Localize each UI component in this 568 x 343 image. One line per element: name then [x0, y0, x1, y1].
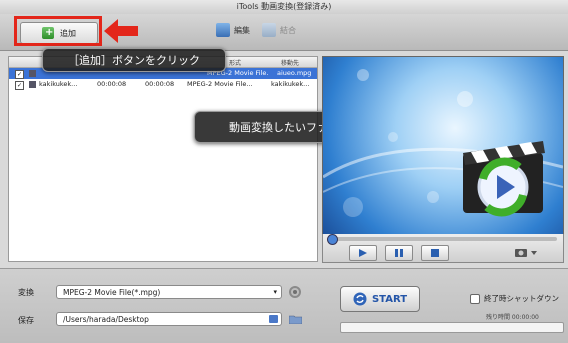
- camera-icon: [515, 249, 537, 257]
- stop-button[interactable]: [421, 245, 449, 261]
- row-checkbox[interactable]: ✓: [15, 81, 24, 90]
- start-label: START: [371, 293, 408, 305]
- window-title: iTools 動画変換(登録済み): [0, 0, 568, 14]
- format-select-value: MPEG-2 Movie File(*.mpg): [63, 288, 161, 297]
- save-path-value: /Users/harada/Desktop: [63, 315, 149, 324]
- edit-icon: [216, 23, 230, 37]
- column-destination[interactable]: 移動先: [281, 58, 299, 67]
- file-icon: [29, 81, 36, 88]
- player-controls: [322, 234, 564, 263]
- row-duration: 00:00:08: [97, 80, 127, 88]
- column-format[interactable]: 形式: [229, 58, 241, 67]
- stop-icon: [431, 249, 439, 257]
- file-list[interactable]: 形式 移動先 ✓ MPEG-2 Movie File... ▾ aiueo.mp…: [8, 56, 318, 262]
- table-row[interactable]: ✓ kakikukek... 00:00:08 00:00:08 MPEG-2 …: [9, 79, 317, 90]
- convert-label: 変換: [18, 288, 34, 297]
- video-preview: [322, 56, 564, 236]
- play-icon: [359, 249, 367, 257]
- play-button[interactable]: [349, 245, 377, 261]
- pointer-arrow-icon: [104, 19, 138, 43]
- shutdown-checkbox[interactable]: [470, 293, 480, 304]
- seek-bar[interactable]: [327, 234, 557, 245]
- row-destination: kakikukek...: [271, 80, 310, 88]
- snapshot-button[interactable]: [515, 247, 539, 258]
- row-end: 00:00:08: [145, 80, 175, 88]
- merge-icon: [262, 23, 276, 37]
- remaining-time: 残り時間 00:00:00: [486, 314, 539, 321]
- add-button-highlight: [14, 16, 102, 46]
- row-name: kakikukek...: [39, 80, 78, 88]
- folder-icon[interactable]: [269, 315, 278, 323]
- start-button[interactable]: START: [340, 286, 420, 312]
- shutdown-option[interactable]: 終了時シャットダウン: [470, 293, 559, 304]
- add-instruction-callout: ［追加］ボタンをクリック: [42, 48, 226, 72]
- convert-arrows-icon: [353, 292, 367, 306]
- pause-icon: [395, 249, 403, 257]
- open-folder-icon[interactable]: [288, 314, 303, 325]
- row-destination: aiueo.mpg: [277, 69, 312, 77]
- pause-button[interactable]: [385, 245, 413, 261]
- seek-handle[interactable]: [327, 234, 338, 245]
- merge-label: 結合: [280, 25, 296, 35]
- edit-label: 編集: [234, 25, 250, 35]
- edit-button[interactable]: 編集: [216, 23, 250, 37]
- shutdown-label: 終了時シャットダウン: [484, 294, 559, 303]
- merge-button[interactable]: 結合: [262, 23, 296, 37]
- file-icon: [29, 70, 36, 77]
- row-checkbox[interactable]: ✓: [15, 70, 24, 79]
- clapperboard-convert-icon: [323, 69, 563, 217]
- gear-icon[interactable]: [288, 285, 302, 299]
- save-label: 保存: [18, 316, 34, 325]
- chevron-down-icon: ▾: [273, 288, 277, 296]
- conversion-progress-bar: [340, 322, 564, 333]
- format-select[interactable]: MPEG-2 Movie File(*.mpg) ▾: [56, 285, 282, 299]
- row-format[interactable]: MPEG-2 Movie File...: [187, 79, 267, 90]
- save-path-field[interactable]: /Users/harada/Desktop: [56, 312, 282, 326]
